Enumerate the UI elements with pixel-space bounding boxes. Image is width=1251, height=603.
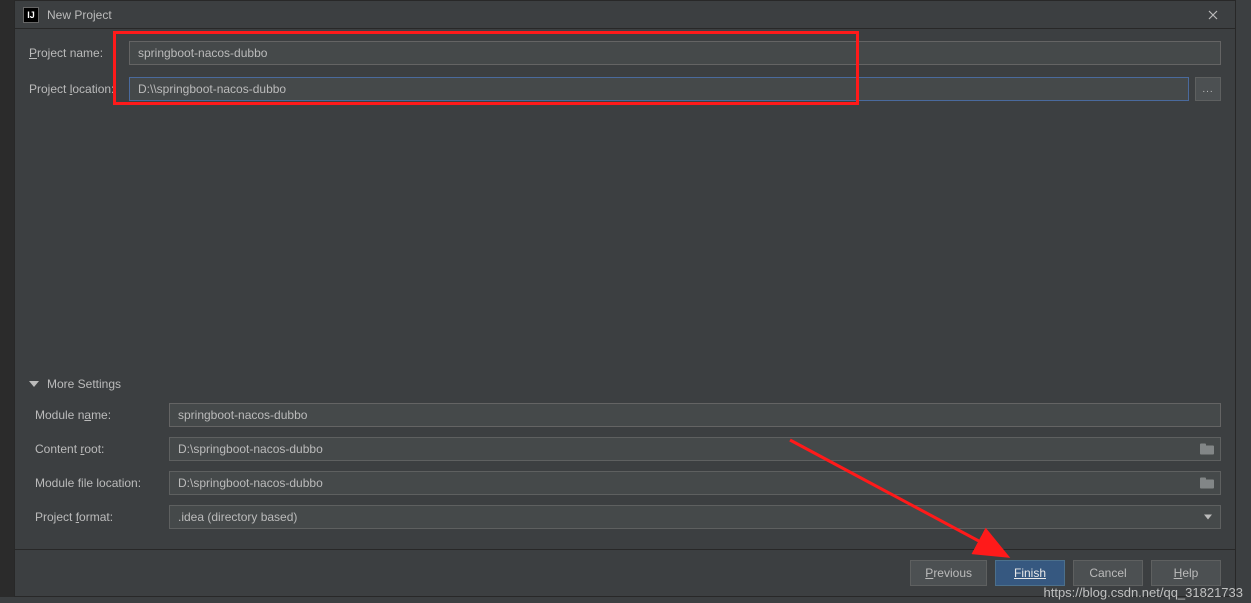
project-location-row: Project location: ...	[29, 77, 1221, 101]
content-root-row: Content root: D:\springboot-nacos-dubbo	[35, 437, 1221, 461]
close-button[interactable]	[1199, 2, 1227, 28]
project-location-input[interactable]	[129, 77, 1189, 101]
help-button[interactable]: Help	[1151, 560, 1221, 586]
previous-button[interactable]: Previous	[910, 560, 987, 586]
folder-icon[interactable]	[1200, 444, 1214, 455]
titlebar: IJ New Project	[15, 1, 1235, 29]
project-location-label: Project location:	[29, 82, 129, 96]
module-file-location-row: Module file location: D:\springboot-naco…	[35, 471, 1221, 495]
browse-location-button[interactable]: ...	[1195, 77, 1221, 101]
window-title: New Project	[47, 8, 1199, 22]
chevron-down-icon	[1204, 515, 1212, 520]
project-name-row: PProject name:roject name:	[29, 41, 1221, 65]
project-name-input[interactable]	[129, 41, 1221, 65]
close-icon	[1208, 10, 1218, 20]
module-file-location-input[interactable]: D:\springboot-nacos-dubbo	[169, 471, 1221, 495]
project-format-label: Project format:	[35, 510, 169, 524]
dialog-spacer	[15, 117, 1235, 373]
module-name-label: Module name:	[35, 408, 169, 422]
editor-gutter-bg	[0, 0, 14, 597]
content-root-label: Content root:	[35, 442, 169, 456]
intellij-icon: IJ	[23, 7, 39, 23]
editor-bg-right	[1236, 0, 1251, 597]
project-format-row: Project format: .idea (directory based)	[35, 505, 1221, 529]
project-name-label: PProject name:roject name:	[29, 46, 129, 60]
finish-button[interactable]: Finish	[995, 560, 1065, 586]
more-settings-label: More Settings	[47, 377, 121, 391]
folder-icon[interactable]	[1200, 478, 1214, 489]
cancel-button[interactable]: Cancel	[1073, 560, 1143, 586]
more-settings-toggle[interactable]: More Settings	[15, 373, 1235, 395]
more-settings-panel: Module name: Content root: D:\springboot…	[15, 395, 1235, 549]
new-project-dialog: IJ New Project PProject name:roject name…	[14, 0, 1236, 597]
chevron-down-icon	[29, 381, 39, 387]
module-name-row: Module name:	[35, 403, 1221, 427]
module-name-input[interactable]	[169, 403, 1221, 427]
watermark-text: https://blog.csdn.net/qq_31821733	[1044, 585, 1244, 600]
project-format-select[interactable]: .idea (directory based)	[169, 505, 1221, 529]
form-area: PProject name:roject name: Project locat…	[15, 29, 1235, 117]
content-root-input[interactable]: D:\springboot-nacos-dubbo	[169, 437, 1221, 461]
module-file-location-label: Module file location:	[35, 476, 169, 490]
